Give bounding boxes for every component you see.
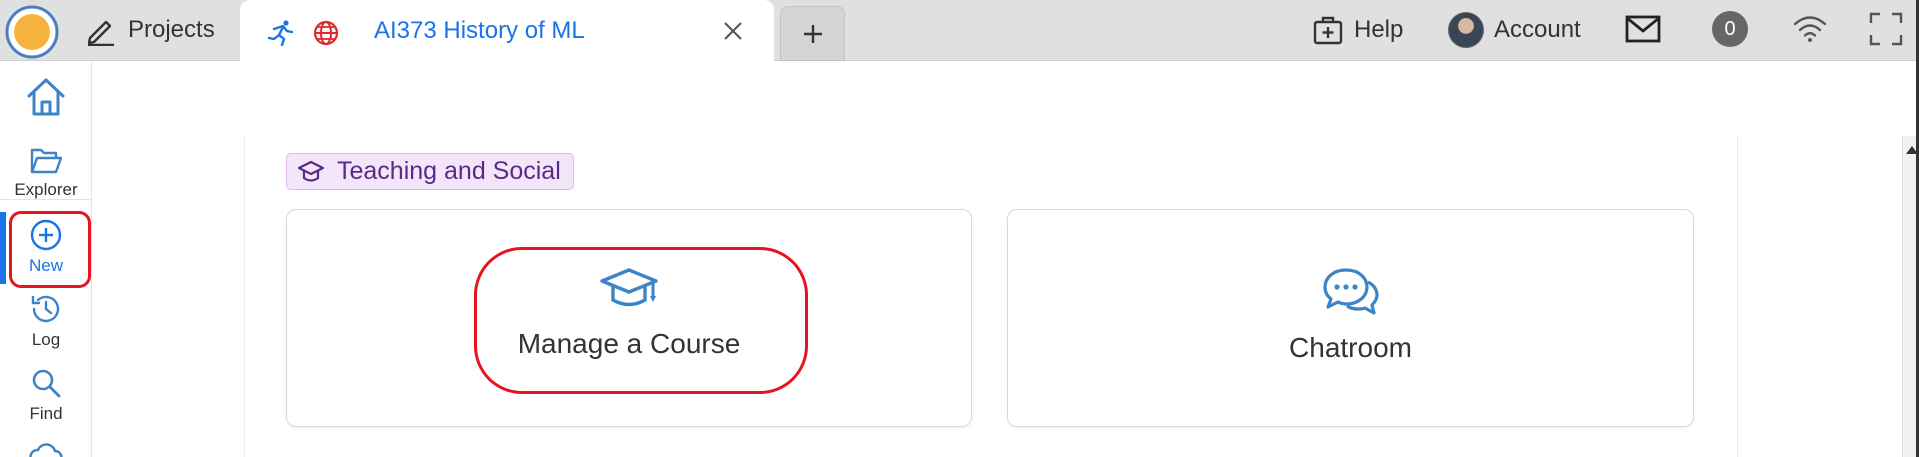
card-label: Manage a Course <box>517 328 741 359</box>
rail-item-more[interactable] <box>0 440 92 457</box>
account-label: Account <box>1494 16 1581 43</box>
content-left-border <box>244 136 245 457</box>
account-button[interactable]: Account <box>1448 10 1581 50</box>
pencil-icon <box>87 20 114 46</box>
chatroom-card[interactable]: Chatroom <box>1007 209 1694 427</box>
avatar <box>1448 12 1484 48</box>
mail-icon[interactable] <box>1625 14 1661 44</box>
cloud-icon <box>29 443 63 457</box>
rail-item-explorer[interactable]: Explorer <box>0 146 92 200</box>
rail-item-label: New <box>28 256 63 275</box>
running-figure-icon <box>267 20 294 46</box>
section-label: Teaching and Social <box>337 157 561 185</box>
globe-icon <box>313 20 339 46</box>
card-content: Chatroom <box>1008 266 1693 364</box>
search-icon <box>32 369 61 398</box>
home-icon[interactable] <box>25 76 67 118</box>
medkit-icon <box>1313 16 1343 45</box>
tab-title: AI373 History of ML <box>374 17 585 44</box>
card-content: Manage a Course <box>287 266 971 360</box>
content-right-border <box>1737 136 1738 457</box>
close-icon[interactable] <box>720 18 746 44</box>
rail-item-find[interactable]: Find <box>0 366 92 424</box>
project-tab[interactable]: AI373 History of ML <box>240 0 774 62</box>
top-bar: Projects AI373 History of ML Help Accoun… <box>0 0 1919 62</box>
app-logo-icon[interactable] <box>5 5 59 59</box>
new-tab-button[interactable] <box>780 6 845 61</box>
folder-open-icon <box>30 148 63 174</box>
projects-button[interactable]: Projects <box>84 8 215 52</box>
notification-count-badge[interactable]: 0 <box>1712 11 1748 47</box>
wifi-icon[interactable] <box>1792 12 1828 44</box>
section-tag-teaching-social: Teaching and Social <box>286 153 574 190</box>
projects-label: Projects <box>128 16 215 43</box>
rail-item-new[interactable]: New <box>0 218 92 276</box>
fullscreen-icon[interactable] <box>1868 11 1904 47</box>
rail-item-label: Explorer <box>14 180 78 199</box>
chat-bubbles-icon <box>1322 268 1379 315</box>
history-icon <box>31 295 60 323</box>
help-label: Help <box>1354 16 1404 43</box>
plus-icon <box>803 24 822 43</box>
rail-item-label: Log <box>31 330 61 349</box>
manage-course-card[interactable]: Manage a Course <box>286 209 972 427</box>
graduation-cap-icon <box>600 268 658 307</box>
plus-circle-icon <box>30 219 62 251</box>
graduation-cap-icon <box>297 160 325 182</box>
rail-item-log[interactable]: Log <box>0 292 92 350</box>
card-label: Chatroom <box>1289 332 1412 363</box>
help-button[interactable]: Help <box>1312 10 1403 50</box>
rail-item-label: Find <box>29 404 63 423</box>
